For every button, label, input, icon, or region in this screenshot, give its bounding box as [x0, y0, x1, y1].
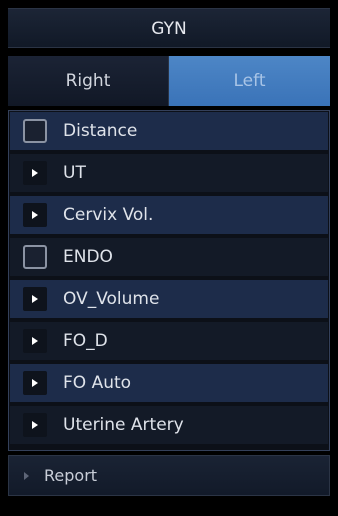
measurement-label: ENDO: [63, 247, 113, 267]
measurement-label: UT: [63, 163, 86, 183]
measurement-label: FO_D: [63, 331, 108, 351]
measurement-item-fo-auto[interactable]: FO Auto: [10, 364, 328, 402]
report-label: Report: [44, 466, 98, 485]
side-selector: Right Left: [8, 56, 330, 106]
measurement-item-fo-d[interactable]: FO_D: [10, 322, 328, 360]
expand-arrow-icon[interactable]: [23, 329, 47, 353]
measurement-item-endo[interactable]: ENDO: [10, 238, 328, 276]
expand-arrow-icon[interactable]: [23, 203, 47, 227]
tab-left[interactable]: Left: [169, 56, 330, 106]
report-button[interactable]: Report: [8, 455, 330, 496]
measurement-item-ut[interactable]: UT: [10, 154, 328, 192]
measurement-item-distance[interactable]: Distance: [10, 112, 328, 150]
expand-arrow-icon[interactable]: [23, 287, 47, 311]
measurement-label: FO Auto: [63, 373, 132, 393]
expand-arrow-icon[interactable]: [23, 161, 47, 185]
measurement-label: Distance: [63, 121, 138, 141]
measurement-label: OV_Volume: [63, 289, 160, 309]
tab-right[interactable]: Right: [8, 56, 169, 106]
measurement-item-ov-volume[interactable]: OV_Volume: [10, 280, 328, 318]
measurement-list: Distance UT Cervix Vol. ENDO OV_Volume F…: [8, 110, 330, 451]
measurement-label: Cervix Vol.: [63, 205, 154, 225]
caret-right-icon: [23, 471, 30, 481]
measurement-item-uterine-artery[interactable]: Uterine Artery: [10, 406, 328, 444]
expand-arrow-icon[interactable]: [23, 371, 47, 395]
checkbox[interactable]: [23, 245, 47, 269]
checkbox[interactable]: [23, 119, 47, 143]
expand-arrow-icon[interactable]: [23, 413, 47, 437]
measurement-item-cervix-vol[interactable]: Cervix Vol.: [10, 196, 328, 234]
panel-title: GYN: [8, 8, 330, 48]
gyn-measurement-panel: GYN Right Left Distance UT Cervix Vol. E…: [0, 0, 338, 516]
measurement-label: Uterine Artery: [63, 415, 184, 435]
